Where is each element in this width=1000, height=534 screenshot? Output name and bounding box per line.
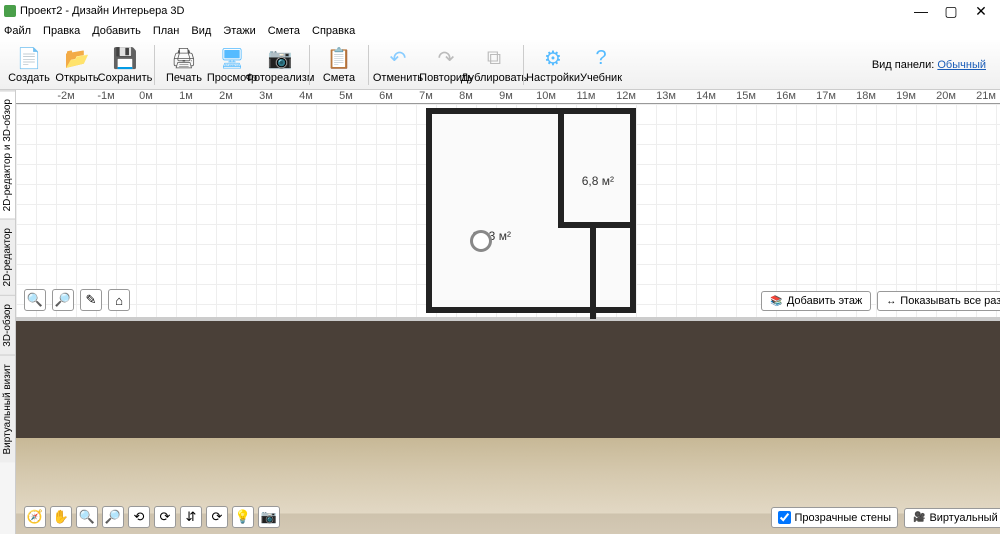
rotate-left-icon[interactable]: ⟲ (128, 506, 150, 528)
left-tab-1[interactable]: 2D-редактор (0, 219, 15, 295)
orbit-icon[interactable]: 🧭 (24, 506, 46, 528)
titlebar: Проект2 - Дизайн Интерьера 3D — ▢ ✕ (0, 0, 1000, 22)
transparent-walls-checkbox[interactable]: Прозрачные стены (771, 507, 898, 528)
virtual-visit-button[interactable]: 🎥 Виртуальный визит (904, 508, 1000, 528)
rotate-right-icon[interactable]: ⟳ (154, 506, 176, 528)
tool-Настройки[interactable]: ⚙Настройки (530, 45, 576, 84)
reset-icon[interactable]: ⟳ (206, 506, 228, 528)
menu-Добавить[interactable]: Добавить (92, 25, 141, 37)
tool-Открыть[interactable]: 📂Открыть (54, 45, 100, 84)
show-all-sizes-button[interactable]: ↔ Показывать все размеры (877, 291, 1000, 311)
tool-Фотореализм[interactable]: 📷Фотореализм (257, 45, 303, 84)
left-view-tabs: 2D-редактор и 3D-обзор2D-редактор3D-обзо… (0, 90, 16, 534)
main-toolbar: 📄Создать📂Открыть💾Сохранить🖨Печать🖥Просмо… (0, 40, 1000, 90)
view-3d[interactable]: 🧭 ✋ 🔍 🔎 ⟲ ⟳ ⇵ ⟳ 💡 📷 Прозрачные стены 🎥 В… (16, 321, 1000, 534)
view3d-toolbar: 🧭 ✋ 🔍 🔎 ⟲ ⟳ ⇵ ⟳ 💡 📷 (24, 506, 280, 528)
menu-План[interactable]: План (153, 25, 180, 37)
view2d-toolbar: 🔍 🔎 ✎ ⌂ (24, 289, 130, 311)
menu-Справка[interactable]: Справка (312, 25, 355, 37)
menu-Смета[interactable]: Смета (268, 25, 300, 37)
panel-mode-label: Вид панели: Обычный (872, 59, 994, 71)
flip-icon[interactable]: ⇵ (180, 506, 202, 528)
left-tab-2[interactable]: 3D-обзор (0, 295, 15, 355)
tool-Сохранить[interactable]: 💾Сохранить (102, 45, 148, 84)
menu-Правка[interactable]: Правка (43, 25, 80, 37)
left-tab-3[interactable]: Виртуальный визит (0, 355, 15, 463)
tool-Смета[interactable]: 📋Смета (316, 45, 362, 84)
tool-Создать[interactable]: 📄Создать (6, 45, 52, 84)
tool-Печать[interactable]: 🖨Печать (161, 45, 207, 84)
view-2d[interactable]: 16,3 м² 6,8 м² 🔍 🔎 ✎ ⌂ 📚 Добавить этаж ↔… (16, 104, 1000, 317)
close-button[interactable]: ✕ (966, 1, 996, 21)
light-icon[interactable]: 💡 (232, 506, 254, 528)
tool-Учебник[interactable]: ?Учебник (578, 45, 624, 84)
menu-Вид[interactable]: Вид (191, 25, 211, 37)
ruler-horizontal: -2м-1м0м1м2м3м4м5м6м7м8м9м10м11м12м13м14… (16, 90, 1000, 104)
menu-Этажи[interactable]: Этажи (223, 25, 255, 37)
window-title: Проект2 - Дизайн Интерьера 3D (20, 5, 185, 17)
camera-icon[interactable]: 📷 (258, 506, 280, 528)
home-icon[interactable]: ⌂ (108, 289, 130, 311)
zoom-in-button[interactable]: 🔍 (24, 289, 46, 311)
pencil-icon[interactable]: ✎ (80, 289, 102, 311)
zoom-in-3d-button[interactable]: 🔍 (76, 506, 98, 528)
zoom-out-3d-button[interactable]: 🔎 (102, 506, 124, 528)
tool-Отменить[interactable]: ↶Отменить (375, 45, 421, 84)
floorplan[interactable]: 16,3 м² 6,8 м² (426, 108, 636, 313)
app-icon (4, 5, 16, 17)
add-floor-button[interactable]: 📚 Добавить этаж (761, 291, 871, 311)
menu-Файл[interactable]: Файл (4, 25, 31, 37)
room-area-small: 6,8 м² (582, 174, 614, 188)
menubar: Файл Правка Добавить План Вид Этажи Смета Справ… (0, 22, 1000, 40)
minimize-button[interactable]: — (906, 1, 936, 21)
tool-Дублировать[interactable]: ⧉Дублировать (471, 45, 517, 84)
zoom-out-button[interactable]: 🔎 (52, 289, 74, 311)
pan-icon[interactable]: ✋ (50, 506, 72, 528)
panel-mode-link[interactable]: Обычный (937, 59, 986, 71)
left-tab-0[interactable]: 2D-редактор и 3D-обзор (0, 90, 15, 219)
maximize-button[interactable]: ▢ (936, 1, 966, 21)
